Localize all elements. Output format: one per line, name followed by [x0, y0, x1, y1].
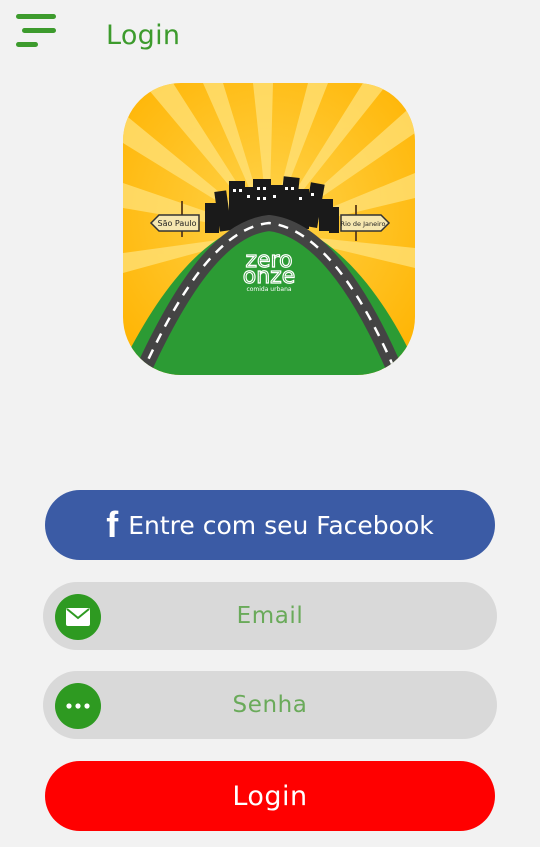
email-field[interactable]: Email [43, 582, 497, 650]
password-placeholder: Senha [232, 692, 308, 718]
facebook-button-label: Entre com seu Facebook [128, 510, 434, 540]
menu-button[interactable] [16, 12, 60, 52]
facebook-login-button[interactable]: f Entre com seu Facebook [45, 490, 495, 560]
brand-tagline: comida urbana [246, 286, 291, 293]
email-placeholder: Email [236, 603, 304, 629]
sign-left-text: São Paulo [158, 219, 197, 228]
logo-image: São Paulo Rio de Janeiro zero onze comid… [123, 83, 415, 375]
hamburger-menu-icon [16, 14, 56, 19]
password-field[interactable]: Senha [43, 671, 497, 739]
sign-right-text: Rio de Janeiro [341, 220, 386, 228]
facebook-icon: f [106, 504, 119, 545]
page-title: Login [106, 20, 181, 51]
login-button[interactable]: Login [45, 761, 495, 831]
app-logo: São Paulo Rio de Janeiro zero onze comid… [123, 83, 415, 375]
